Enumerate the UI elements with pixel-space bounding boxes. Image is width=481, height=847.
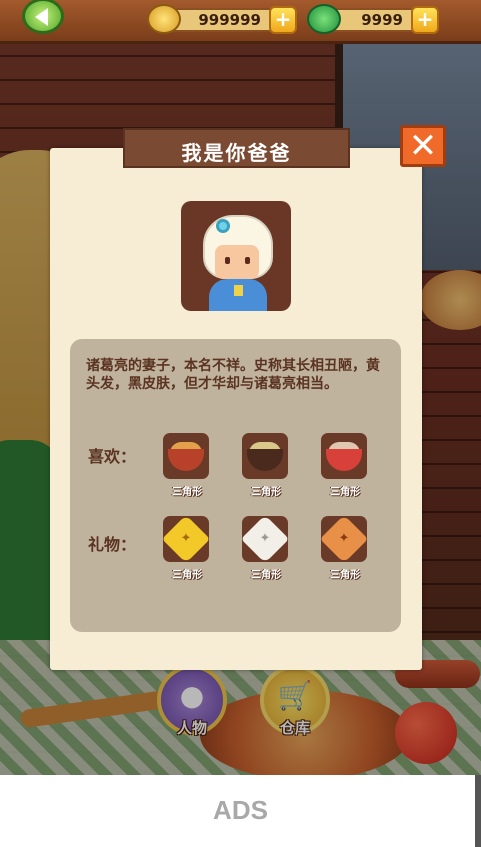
ad-banner-edge	[475, 775, 481, 847]
avatar-eye-right	[245, 257, 250, 264]
gem-value: 9999	[361, 11, 403, 29]
avatar-face	[215, 245, 259, 279]
yellow-triangle-snack-icon: ✦	[161, 514, 211, 564]
add-gems-button[interactable]: +	[411, 6, 439, 34]
coin-icon	[147, 4, 181, 34]
gifts-label: 礼物：	[88, 535, 137, 554]
close-icon: ✕	[408, 126, 438, 166]
ad-banner[interactable]: ADS	[0, 775, 481, 847]
gift-item-caption: 三角形	[251, 570, 281, 581]
like-item-caption: 三角形	[330, 487, 360, 498]
ad-banner-text: ADS	[213, 795, 268, 825]
gift-item-caption: 三角形	[172, 570, 202, 581]
like-item[interactable]: 三角形	[163, 433, 211, 498]
avatar-badge-icon	[234, 285, 243, 296]
likes-label: 喜欢：	[88, 447, 137, 466]
back-arrow-icon	[35, 8, 48, 26]
like-item-caption: 三角形	[251, 487, 281, 498]
like-item[interactable]: 三角形	[242, 433, 290, 498]
soup-bowl-icon	[242, 433, 288, 479]
gem-counter: 9999 +	[307, 4, 439, 34]
back-button[interactable]	[22, 0, 64, 34]
gem-icon	[307, 4, 341, 34]
dialog-title-banner: 我是你爸爸	[123, 128, 350, 168]
gift-item[interactable]: ✦ 三角形	[319, 514, 369, 581]
meat-bowl-icon	[321, 433, 367, 479]
helmet-lamp-icon	[216, 219, 230, 233]
orange-triangle-snack-icon: ✦	[319, 514, 369, 564]
like-item-caption: 三角形	[172, 487, 202, 498]
like-item[interactable]: 三角形	[321, 433, 369, 498]
character-avatar	[181, 201, 291, 311]
top-bar: 999999 + 9999 +	[0, 0, 481, 44]
dialog-title: 我是你爸爸	[181, 141, 292, 165]
character-info-panel: 诸葛亮的妻子，本名不祥。史称其长相丑陋，黄头发，黑皮肤，但才华却与诸葛亮相当。 …	[70, 339, 401, 632]
close-button[interactable]: ✕	[400, 125, 446, 167]
gift-item-caption: 三角形	[330, 570, 360, 581]
avatar-eye-left	[225, 257, 230, 264]
add-coins-button[interactable]: +	[269, 6, 297, 34]
noodle-bowl-icon	[163, 433, 209, 479]
gift-item[interactable]: ✦ 三角形	[161, 514, 211, 581]
coin-value: 999999	[198, 11, 261, 29]
white-triangle-snack-icon: ✦	[240, 514, 290, 564]
character-description: 诸葛亮的妻子，本名不祥。史称其长相丑陋，黄头发，黑皮肤，但才华却与诸葛亮相当。	[86, 358, 380, 392]
gift-item[interactable]: ✦ 三角形	[240, 514, 290, 581]
coin-counter: 999999 +	[147, 4, 297, 34]
